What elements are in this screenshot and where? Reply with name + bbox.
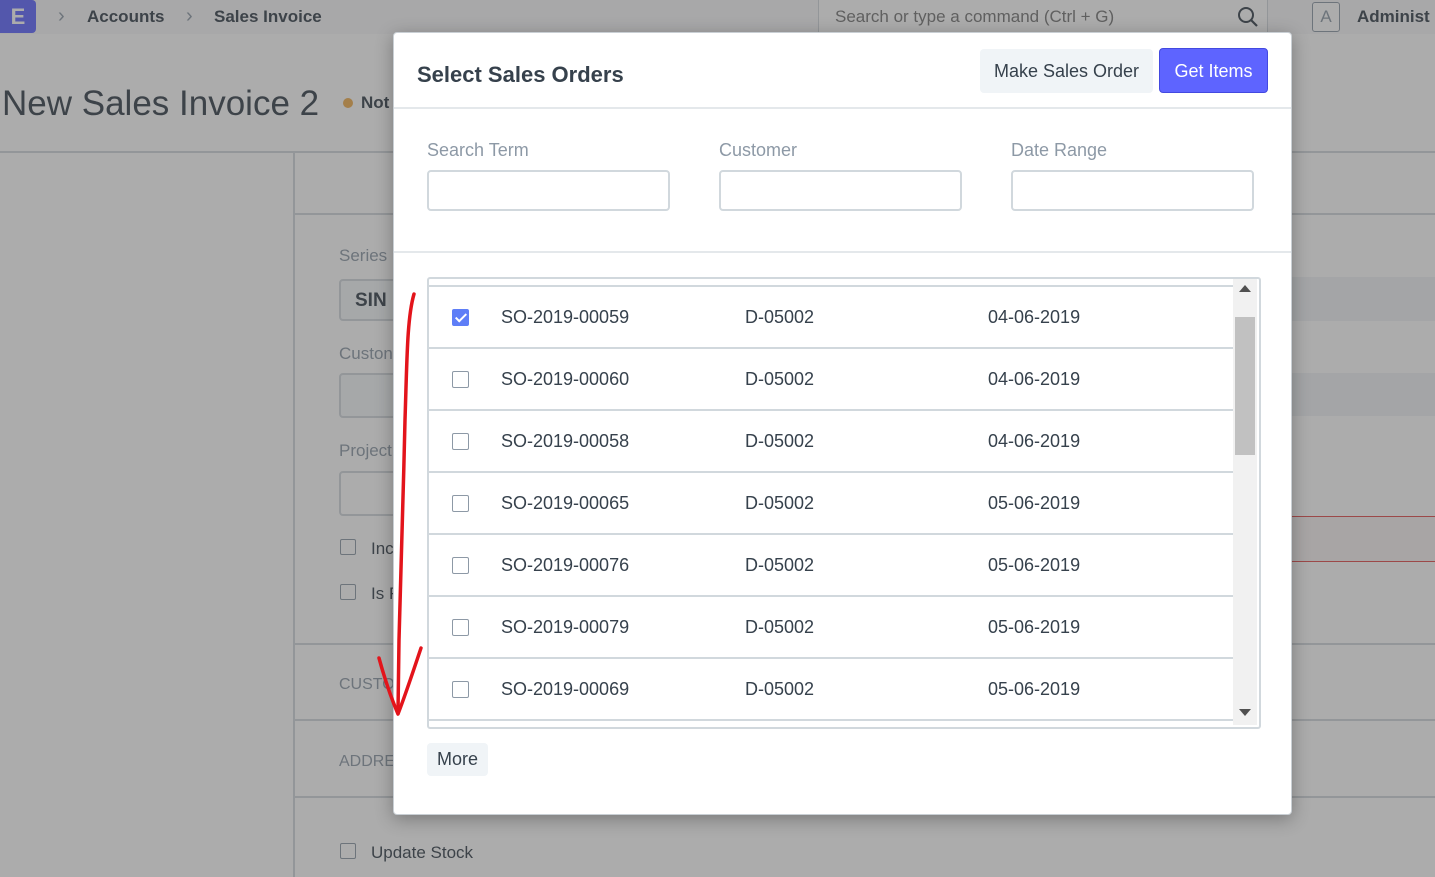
- order-name: SO-2019-00079: [501, 617, 630, 637]
- list-item[interactable]: SO-2019-00058 D-05002 04-06-2019: [429, 409, 1233, 471]
- list-item[interactable]: SO-2019-00059 D-05002 04-06-2019: [429, 285, 1233, 347]
- order-date: 05-06-2019: [988, 493, 1081, 513]
- customer-filter-input[interactable]: [719, 170, 962, 211]
- row-checkbox[interactable]: [452, 495, 469, 512]
- scroll-up-arrow-icon[interactable]: [1239, 285, 1251, 292]
- divider: [394, 251, 1291, 253]
- date-range-label: Date Range: [1011, 140, 1108, 160]
- order-date: 05-06-2019: [988, 555, 1081, 575]
- order-date: 05-06-2019: [988, 679, 1081, 699]
- divider: [394, 107, 1291, 109]
- row-checkbox[interactable]: [452, 371, 469, 388]
- list-item[interactable]: SO-2019-00079 D-05002 05-06-2019: [429, 595, 1233, 657]
- order-customer: D-05002: [745, 617, 815, 637]
- results-list: SO-2019-00059 D-05002 04-06-2019 SO-2019…: [429, 285, 1233, 721]
- scroll-down-arrow-icon[interactable]: [1239, 709, 1251, 716]
- select-sales-orders-dialog: Select Sales Orders Make Sales Order Get…: [393, 32, 1292, 815]
- order-customer: D-05002: [745, 555, 815, 575]
- make-sales-order-button[interactable]: Make Sales Order: [980, 49, 1153, 93]
- row-checkbox[interactable]: [452, 309, 469, 326]
- row-checkbox[interactable]: [452, 681, 469, 698]
- scrollbar-thumb[interactable]: [1235, 317, 1255, 455]
- order-date: 04-06-2019: [988, 431, 1081, 451]
- sales-order-results: SO-2019-00059 D-05002 04-06-2019 SO-2019…: [427, 277, 1261, 729]
- date-range-input[interactable]: [1011, 170, 1254, 211]
- order-name: SO-2019-00065: [501, 493, 630, 513]
- row-checkbox[interactable]: [452, 557, 469, 574]
- get-items-button[interactable]: Get Items: [1159, 48, 1268, 93]
- list-item[interactable]: SO-2019-00060 D-05002 04-06-2019: [429, 347, 1233, 409]
- order-name: SO-2019-00060: [501, 369, 630, 389]
- order-date: 04-06-2019: [988, 369, 1081, 389]
- customer-filter-label: Customer: [719, 140, 798, 160]
- search-term-label: Search Term: [427, 140, 529, 160]
- list-item[interactable]: SO-2019-00065 D-05002 05-06-2019: [429, 471, 1233, 533]
- order-customer: D-05002: [745, 493, 815, 513]
- scrollbar[interactable]: [1233, 279, 1257, 725]
- order-date: 04-06-2019: [988, 307, 1081, 327]
- list-item[interactable]: SO-2019-00069 D-05002 05-06-2019: [429, 657, 1233, 721]
- list-item[interactable]: SO-2019-00076 D-05002 05-06-2019: [429, 533, 1233, 595]
- row-checkbox[interactable]: [452, 433, 469, 450]
- modal-title: Select Sales Orders: [417, 62, 624, 87]
- order-date: 05-06-2019: [988, 617, 1081, 637]
- order-name: SO-2019-00059: [501, 307, 630, 327]
- order-customer: D-05002: [745, 679, 815, 699]
- row-checkbox[interactable]: [452, 619, 469, 636]
- order-name: SO-2019-00069: [501, 679, 630, 699]
- order-name: SO-2019-00058: [501, 431, 630, 451]
- more-button[interactable]: More: [427, 743, 488, 776]
- order-customer: D-05002: [745, 431, 815, 451]
- search-term-input[interactable]: [427, 170, 670, 211]
- order-customer: D-05002: [745, 307, 815, 327]
- order-name: SO-2019-00076: [501, 555, 630, 575]
- order-customer: D-05002: [745, 369, 815, 389]
